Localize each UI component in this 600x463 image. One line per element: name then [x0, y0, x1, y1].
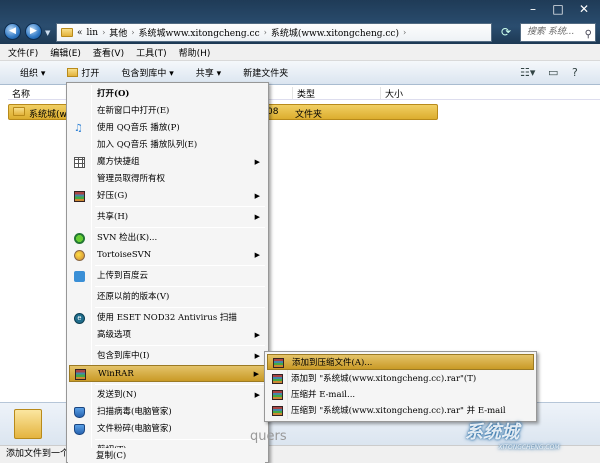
open-button[interactable]: 打开	[61, 64, 105, 81]
tortoise-icon	[74, 250, 85, 261]
menu-baidu-upload[interactable]: 上传到百度云	[69, 268, 266, 285]
chevron-right-icon[interactable]: ›	[403, 28, 406, 37]
menu-view[interactable]: 查看(V)	[93, 46, 124, 59]
menu-copy[interactable]: 复制(C)	[68, 448, 265, 463]
breadcrumb-lin[interactable]: lin	[87, 28, 99, 38]
winrar-icon	[272, 374, 283, 384]
search-input[interactable]: 搜索 系统... ⚲	[520, 23, 596, 42]
menu-open[interactable]: 打开(O)	[69, 86, 266, 103]
menu-bar: 文件(F) 编辑(E) 查看(V) 工具(T) 帮助(H)	[0, 44, 600, 61]
cloud-icon	[74, 271, 85, 282]
eset-icon: e	[74, 313, 85, 324]
breadcrumb-other[interactable]: 其他	[109, 26, 127, 39]
menu-help[interactable]: 帮助(H)	[179, 46, 211, 59]
menu-magic[interactable]: 魔方快捷组 ▶	[69, 154, 266, 171]
winrar-submenu: 添加到压缩文件(A)... 添加到 "系统城(www.xitongcheng.c…	[264, 351, 537, 422]
menu-tools[interactable]: 工具(T)	[136, 46, 167, 59]
column-name[interactable]: 名称	[8, 87, 30, 100]
breadcrumb-current[interactable]: 系统城(www.xitongcheng.cc)	[271, 26, 399, 39]
help-icon[interactable]: ?	[572, 66, 578, 79]
site-watermark-logo: 系统城 XITONGCHENG.COM	[465, 422, 560, 451]
submenu-arrow-icon: ▶	[254, 331, 260, 339]
chevron-right-icon[interactable]: ›	[264, 28, 267, 37]
preview-pane-icon[interactable]: ▭	[548, 66, 558, 79]
breadcrumb-xitongcheng[interactable]: 系统城www.xitongcheng.cc	[139, 26, 260, 39]
submenu-arrow-icon: ▶	[253, 370, 259, 378]
shield-icon	[74, 407, 85, 418]
new-folder-button[interactable]: 新建文件夹	[237, 64, 294, 81]
chevron-right-icon[interactable]: ›	[102, 28, 105, 37]
archive-icon	[74, 191, 85, 202]
menu-restore[interactable]: 还原以前的版本(V)	[69, 289, 266, 306]
chevron-right-icon[interactable]: ›	[131, 28, 134, 37]
menu-send-to[interactable]: 发送到(N) ▶	[69, 387, 266, 404]
file-type: 文件夹	[295, 110, 323, 120]
close-button[interactable]: ✕	[571, 0, 597, 18]
window-titlebar: – □ ✕ ◀ ▶ ▼ « lin › 其他 › 系统城www.xitongch…	[0, 0, 600, 44]
view-options-icon[interactable]: ☷▾	[520, 66, 535, 79]
share-button[interactable]: 共享 ▾	[190, 64, 227, 81]
music-icon: ♫	[74, 123, 83, 134]
menu-qq-play[interactable]: ♫ 使用 QQ音乐 播放(P)	[69, 120, 266, 137]
include-library-button[interactable]: 包含到库中 ▾	[115, 64, 179, 81]
refresh-icon[interactable]: ⟳	[496, 23, 516, 42]
column-type[interactable]: 类型	[292, 87, 315, 100]
submenu-arrow-icon: ▶	[254, 391, 260, 399]
breadcrumb-overflow[interactable]: «	[77, 28, 83, 38]
shield-icon	[74, 424, 85, 435]
context-menu: 打开(O) 在新窗口中打开(E) ♫ 使用 QQ音乐 播放(P) 加入 QQ音乐 …	[66, 82, 269, 463]
winrar-icon	[75, 369, 86, 380]
submenu-email-named[interactable]: 压缩到 "系统城(www.xitongcheng.cc).rar" 并 E-ma…	[267, 403, 534, 419]
organize-button[interactable]: 组织 ▾	[14, 64, 51, 81]
submenu-arrow-icon: ▶	[254, 192, 260, 200]
forward-button[interactable]: ▶	[25, 23, 42, 40]
menu-share[interactable]: 共享(H) ▶	[69, 209, 266, 226]
winrar-icon	[272, 390, 283, 400]
grid-icon	[74, 157, 85, 168]
submenu-email[interactable]: 压缩并 E-mail...	[267, 387, 534, 403]
submenu-add-named[interactable]: 添加到 "系统城(www.xitongcheng.cc).rar"(T)	[267, 371, 534, 387]
menu-eset[interactable]: e 使用 ESET NOD32 Antivirus 扫描	[69, 310, 266, 327]
menu-admin[interactable]: 管理员取得所有权	[69, 171, 266, 188]
svn-icon	[74, 233, 85, 244]
submenu-arrow-icon: ▶	[254, 251, 260, 259]
menu-advanced[interactable]: 高级选项 ▶	[69, 327, 266, 344]
maximize-button[interactable]: □	[547, 0, 569, 18]
watermark-text: quers	[250, 429, 287, 444]
menu-file[interactable]: 文件(F)	[8, 46, 38, 59]
minimize-button[interactable]: –	[521, 0, 545, 18]
submenu-arrow-icon: ▶	[254, 158, 260, 166]
column-size[interactable]: 大小	[380, 87, 403, 100]
submenu-arrow-icon: ▶	[254, 352, 260, 360]
submenu-arrow-icon: ▶	[254, 213, 260, 221]
submenu-add-archive[interactable]: 添加到压缩文件(A)...	[267, 354, 534, 370]
menu-winrar[interactable]: WinRAR ▶	[69, 365, 266, 382]
menu-qq-add[interactable]: 加入 QQ音乐 播放队列(E)	[69, 137, 266, 154]
menu-haozip[interactable]: 好压(G) ▶	[69, 188, 266, 205]
menu-tortoisesvn[interactable]: TortoiseSVN ▶	[69, 247, 266, 264]
address-bar[interactable]: « lin › 其他 › 系统城www.xitongcheng.cc › 系统城…	[56, 23, 492, 42]
file-name: 系统城(w	[29, 110, 67, 120]
folder-open-icon	[67, 68, 79, 77]
folder-icon	[61, 28, 73, 37]
menu-svn-checkout[interactable]: SVN 检出(K)...	[69, 230, 266, 247]
winrar-icon	[272, 406, 283, 416]
menu-shred[interactable]: 文件粉碎(电脑管家)	[69, 421, 266, 438]
folder-icon	[13, 107, 25, 116]
winrar-icon	[273, 358, 284, 368]
back-button[interactable]: ◀	[4, 23, 21, 40]
menu-include-library[interactable]: 包含到库中(I) ▶	[69, 348, 266, 365]
history-dropdown-icon[interactable]: ▼	[45, 29, 53, 37]
search-icon[interactable]: ⚲	[585, 26, 592, 43]
folder-icon	[14, 409, 42, 439]
menu-open-new-window[interactable]: 在新窗口中打开(E)	[69, 103, 266, 120]
menu-edit[interactable]: 编辑(E)	[50, 46, 81, 59]
menu-scan-virus[interactable]: 扫描病毒(电脑管家)	[69, 404, 266, 421]
